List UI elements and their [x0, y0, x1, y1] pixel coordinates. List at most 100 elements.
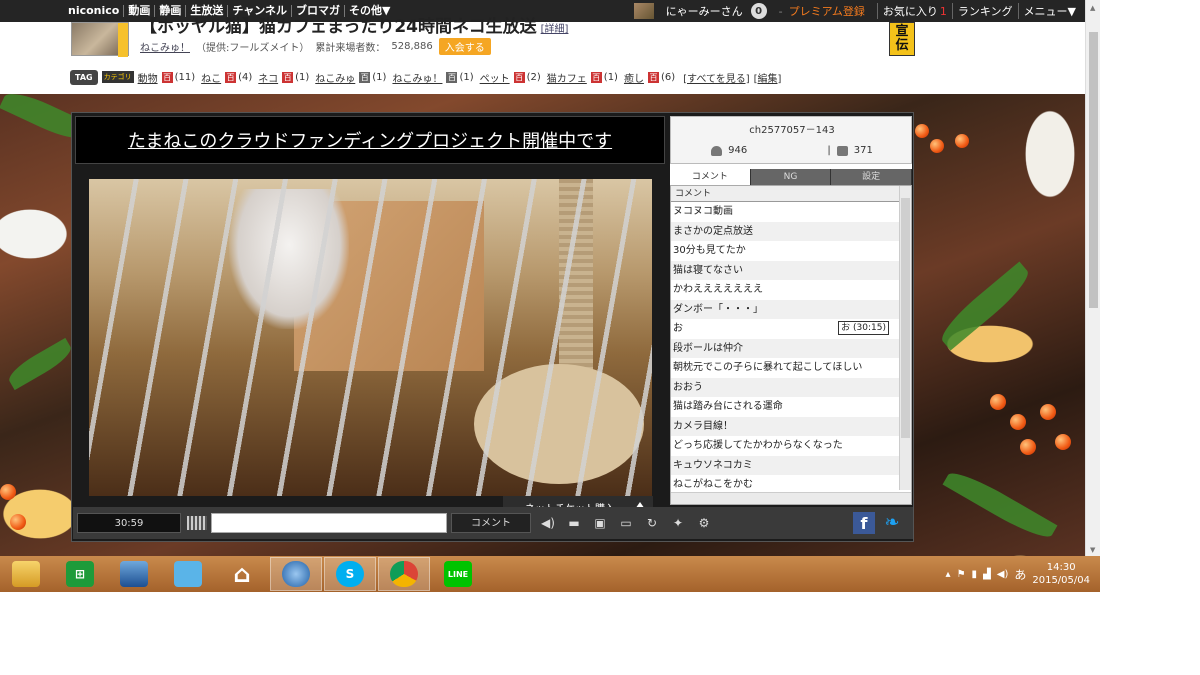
- dictionary-icon[interactable]: 百: [446, 71, 458, 83]
- tag-link[interactable]: ネコ: [258, 70, 278, 85]
- network-icon[interactable]: ▟: [983, 569, 991, 580]
- comment-row[interactable]: 朝枕元でこの子らに暴れて起こしてほしい: [671, 358, 899, 378]
- taskbar-line[interactable]: LINE: [432, 557, 484, 591]
- tag-link[interactable]: 猫カフェ: [547, 70, 587, 85]
- comment-scroll-thumb[interactable]: [901, 198, 910, 438]
- edit-tags-link[interactable]: [編集]: [754, 70, 782, 85]
- dictionary-icon[interactable]: 百: [282, 71, 294, 83]
- comment-row[interactable]: ヌコヌコ動画: [671, 202, 899, 222]
- dictionary-icon[interactable]: 百: [647, 71, 659, 83]
- comment-input[interactable]: [211, 513, 447, 533]
- tag-link[interactable]: 癒し: [624, 70, 644, 85]
- comment-text: 朝枕元でこの子らに暴れて起こしてほしい: [673, 362, 863, 373]
- comment-row[interactable]: まさかの定点放送: [671, 221, 899, 241]
- comment-text: ヌコヌコ動画: [673, 206, 733, 217]
- comment-row[interactable]: 猫は踏み台にされる運命: [671, 397, 899, 417]
- dictionary-icon[interactable]: 百: [513, 71, 525, 83]
- tag-link[interactable]: 動物: [138, 70, 158, 85]
- quality-icon[interactable]: ▣: [591, 515, 609, 531]
- comment-text: 猫は寝てなさい: [673, 264, 743, 276]
- video-stream[interactable]: [89, 179, 652, 496]
- taskbar-clock[interactable]: 14:30 2015/05/04: [1032, 561, 1090, 587]
- dictionary-icon[interactable]: 百: [225, 71, 237, 83]
- file-explorer-icon: [12, 561, 40, 587]
- advertise-button[interactable]: 宣伝: [889, 22, 915, 56]
- comment-submit-button[interactable]: コメント: [451, 513, 531, 533]
- see-all-tags-link[interactable]: [すべてを見る]: [683, 70, 750, 85]
- twitter-share-icon[interactable]: ❧: [881, 512, 903, 534]
- user-avatar[interactable]: [633, 3, 654, 19]
- premium-link[interactable]: プレミアム登録: [789, 3, 865, 19]
- tag-count: (6): [660, 71, 676, 83]
- taskbar-chrome[interactable]: [378, 557, 430, 591]
- user-name[interactable]: にゃーみーさん: [666, 3, 743, 19]
- tag-link[interactable]: ねこみゅ！: [392, 70, 442, 85]
- store-icon: ⊞: [66, 561, 94, 587]
- dictionary-icon[interactable]: 百: [590, 71, 602, 83]
- taskbar-home[interactable]: ⌂: [216, 557, 268, 591]
- crowdfunding-banner[interactable]: たまねこのクラウドファンディングプロジェクト開催中です: [75, 116, 665, 164]
- favorites-link[interactable]: お気に入り 1: [876, 3, 952, 19]
- taskbar-file-explorer[interactable]: [0, 557, 52, 591]
- comment-row[interactable]: かわえええええええ: [671, 280, 899, 300]
- tab-comment[interactable]: コメント: [670, 169, 751, 185]
- tag-row: TAG カテゴリ 動物百 (11) ねこ百 (4) ネコ百 (1) ねこみゅ百 (1) ねこみゅ…: [70, 66, 781, 88]
- comment-row[interactable]: おおう: [671, 377, 899, 397]
- comment-text: カメラ目線！: [673, 420, 733, 432]
- page-scroll-thumb[interactable]: [1089, 32, 1098, 308]
- comment-list-vertical-scrollbar[interactable]: [899, 186, 911, 490]
- channel-thumbnail[interactable]: [71, 22, 129, 57]
- comment-toggle-icon[interactable]: ▬: [565, 515, 583, 531]
- gear-icon[interactable]: ⚙: [695, 515, 713, 531]
- mail-icon: [174, 561, 202, 587]
- tag-link[interactable]: ペット: [480, 70, 510, 85]
- taskbar-store[interactable]: ⊞: [54, 557, 106, 591]
- comment-row[interactable]: ダンボー「・・・」: [671, 299, 899, 319]
- speaker-icon[interactable]: ◀): [997, 569, 1009, 580]
- dictionary-icon[interactable]: 百: [161, 71, 173, 83]
- tab-settings[interactable]: 設定: [831, 169, 913, 185]
- comment-row[interactable]: 30分も見てたか: [671, 241, 899, 261]
- volume-icon[interactable]: ◀): [539, 515, 557, 531]
- facebook-share-icon[interactable]: f: [853, 512, 875, 534]
- comment-row[interactable]: 猫は寝てなさい: [671, 260, 899, 280]
- comment-row[interactable]: キュウソネコカミ: [671, 455, 899, 475]
- fullscreen-icon[interactable]: ▭: [617, 515, 635, 531]
- stream-info-box: ch2577057－143 946 | 371: [670, 116, 912, 164]
- comment-list[interactable]: コメント ヌコヌコ動画まさかの定点放送 30分も見てたか猫は寝てなさいかわええええ…: [670, 185, 912, 505]
- scroll-up-icon[interactable]: ▲: [1090, 4, 1095, 12]
- taskbar-computer[interactable]: [108, 557, 160, 591]
- battery-icon[interactable]: ▮: [972, 569, 978, 580]
- tab-ng[interactable]: NG: [750, 169, 832, 185]
- comment-text: 猫は踏み台にされる運命: [673, 401, 783, 412]
- comment-row[interactable]: お お (30:15): [671, 319, 899, 339]
- advertise-label-1: 宣: [895, 24, 909, 39]
- comment-row[interactable]: カメラ目線！: [671, 416, 899, 436]
- comment-list-horizontal-scrollbar[interactable]: [671, 492, 911, 504]
- channel-name-link[interactable]: ねこみゅ！: [140, 39, 190, 54]
- dictionary-icon[interactable]: 百: [359, 71, 371, 83]
- gamepad-icon[interactable]: ✦: [669, 515, 687, 531]
- menu-link[interactable]: メニュー▼: [1017, 3, 1081, 19]
- comment-row[interactable]: どっち応援してたかわからなくなった: [671, 436, 899, 456]
- page-scrollbar[interactable]: ▲ ▼: [1085, 0, 1100, 556]
- reload-icon[interactable]: ↻: [643, 515, 661, 531]
- keyboard-icon[interactable]: [187, 516, 207, 530]
- ranking-link[interactable]: ランキング: [951, 3, 1018, 19]
- taskbar-thunderbird[interactable]: [270, 557, 322, 591]
- flag-icon[interactable]: ⚑: [957, 569, 966, 580]
- comment-row[interactable]: 段ボールは仲介: [671, 338, 899, 358]
- clock-time: 14:30: [1046, 562, 1076, 573]
- scroll-down-icon[interactable]: ▼: [1090, 546, 1095, 554]
- comment-column-header[interactable]: コメント: [671, 186, 899, 202]
- tag-link[interactable]: ねこ: [201, 70, 221, 85]
- nav-brand[interactable]: niconico: [64, 5, 125, 17]
- notification-badge[interactable]: 0: [750, 3, 767, 19]
- channel-detail-link[interactable]: [詳細]: [541, 24, 569, 35]
- tag-link[interactable]: ねこみゅ: [315, 70, 355, 85]
- ime-indicator[interactable]: あ: [1014, 566, 1026, 583]
- taskbar-skype[interactable]: S: [324, 557, 376, 591]
- taskbar-mail[interactable]: [162, 557, 214, 591]
- tray-expand-icon[interactable]: ▴: [946, 569, 951, 580]
- join-button[interactable]: 入会する: [438, 38, 491, 55]
